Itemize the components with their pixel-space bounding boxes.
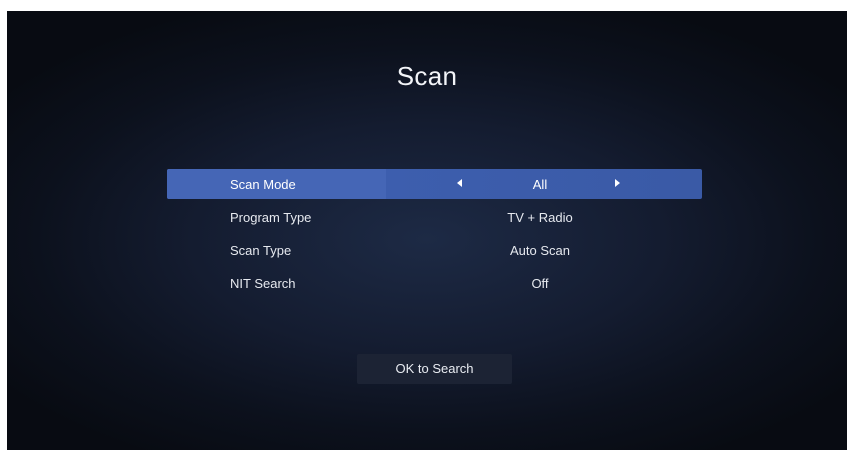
- menu-item-nit-search[interactable]: NIT Search Off: [167, 268, 702, 298]
- ok-to-search-button[interactable]: OK to Search: [357, 354, 512, 384]
- menu-item-scan-mode[interactable]: Scan Mode All: [167, 169, 702, 199]
- caret-left-icon[interactable]: [457, 179, 462, 187]
- menu-item-label: Program Type: [230, 210, 312, 225]
- menu-item-label: Scan Type: [230, 243, 292, 258]
- menu-item-value: TV + Radio: [507, 210, 573, 225]
- tv-screen: Scan Scan Mode All Program Type TV + Rad…: [7, 11, 847, 450]
- menu-item-label: NIT Search: [230, 276, 296, 291]
- menu-item-value: Auto Scan: [510, 243, 570, 258]
- menu-item-program-type[interactable]: Program Type TV + Radio: [167, 202, 702, 232]
- menu-item-value: All: [532, 177, 548, 192]
- menu-item-value: Off: [531, 276, 549, 291]
- scan-settings-menu: Scan Mode All Program Type TV + Radio Sc…: [167, 169, 702, 301]
- menu-item-label: Scan Mode: [230, 177, 296, 192]
- caret-right-icon[interactable]: [615, 179, 620, 187]
- page-title: Scan: [396, 61, 458, 91]
- menu-item-scan-type[interactable]: Scan Type Auto Scan: [167, 235, 702, 265]
